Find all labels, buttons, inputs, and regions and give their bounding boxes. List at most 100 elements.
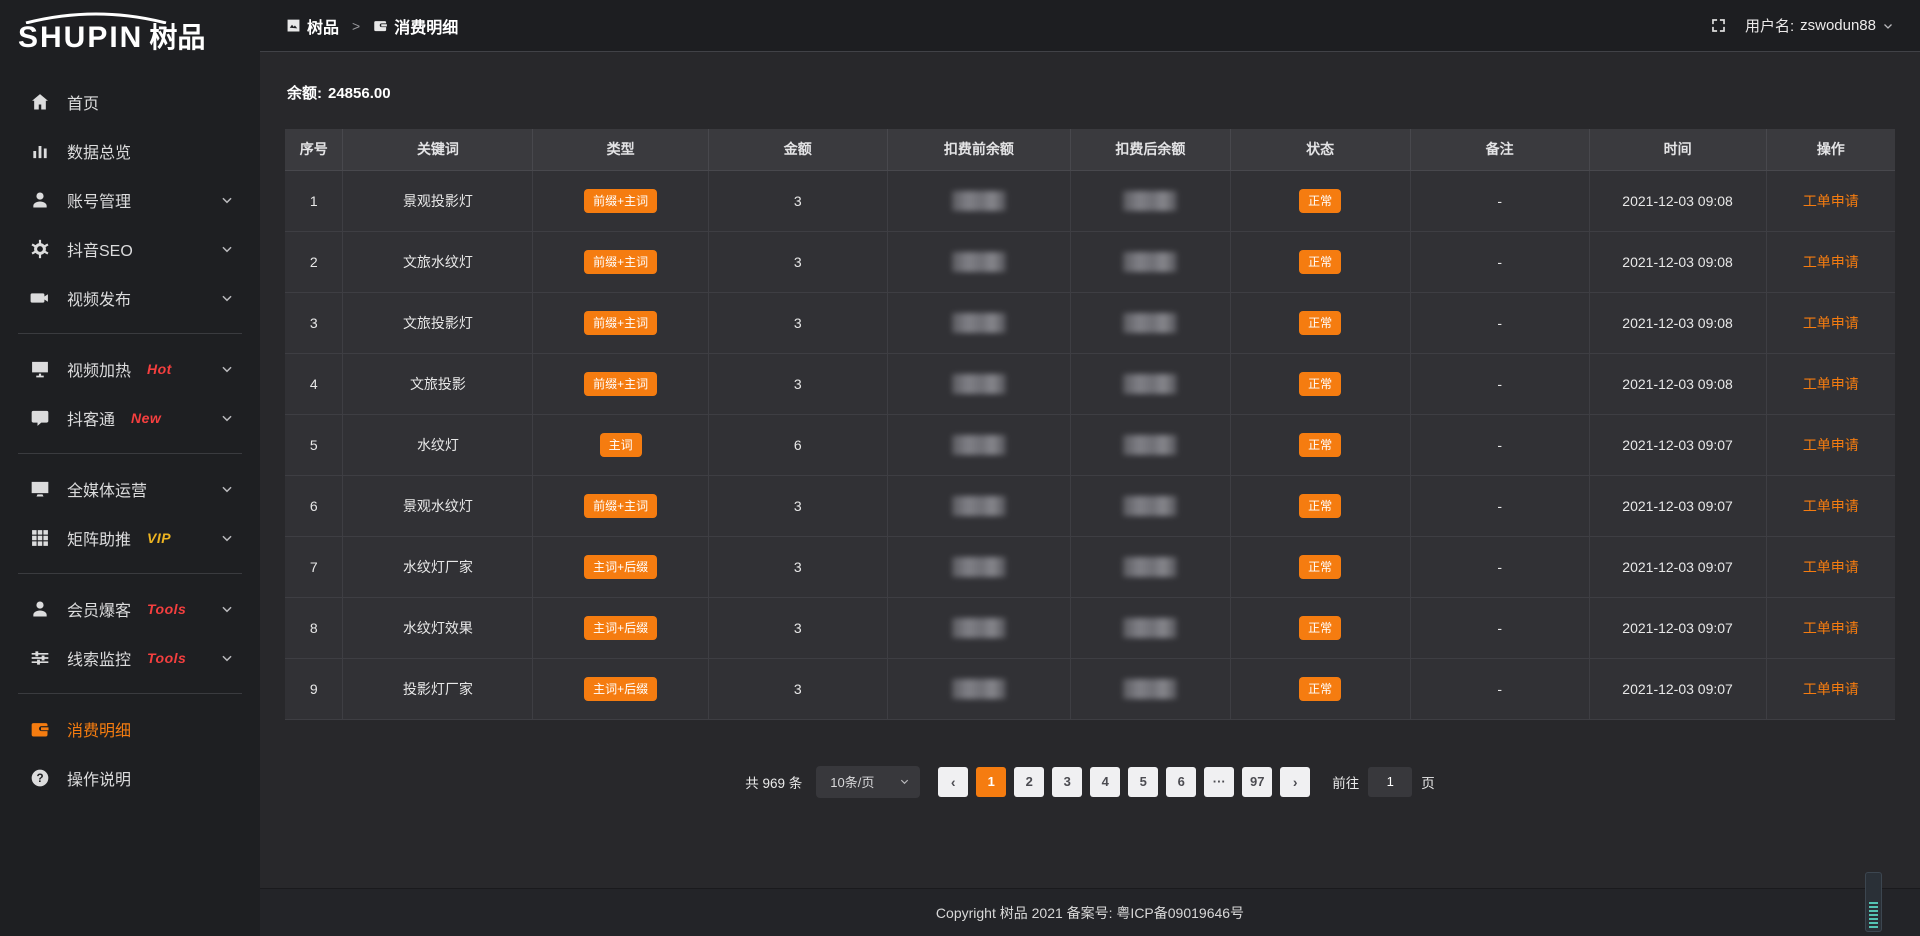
chevron-down-icon	[220, 362, 234, 376]
main-column: 树品>消费明细 用户名: zswodun88 余额:24856.00 序号关键词…	[260, 0, 1920, 936]
user-menu[interactable]: 用户名: zswodun88	[1745, 15, 1894, 36]
redacted-value	[1123, 374, 1177, 394]
cell-keyword: 文旅水纹灯	[343, 231, 533, 292]
page-more-button[interactable]: ···	[1204, 767, 1234, 797]
cell-action: 工单申请	[1766, 292, 1895, 353]
cell-balance-before	[887, 658, 1071, 719]
redacted-value	[952, 252, 1006, 272]
cell-time: 2021-12-03 09:08	[1589, 292, 1766, 353]
cell-remark: -	[1410, 475, 1589, 536]
sidebar-item-label: 抖客通	[67, 406, 115, 430]
fullscreen-icon[interactable]	[1710, 17, 1727, 34]
redacted-value	[1123, 252, 1177, 272]
chevron-down-icon	[220, 193, 234, 207]
work-order-link[interactable]: 工单申请	[1803, 620, 1859, 636]
page-button-5[interactable]: 5	[1128, 767, 1158, 797]
chat-icon	[30, 408, 50, 428]
cell-time: 2021-12-03 09:07	[1589, 414, 1766, 475]
goto-suffix: 页	[1421, 772, 1435, 792]
user-icon	[30, 190, 50, 210]
cell-balance-after	[1071, 170, 1230, 231]
work-order-link[interactable]: 工单申请	[1803, 193, 1859, 209]
sidebar-item-member-baoke[interactable]: 会员爆客 Tools	[0, 587, 260, 631]
video-camera-icon	[30, 288, 50, 308]
grid-icon	[30, 528, 50, 548]
pagination: 共 969 条 10条/页 ‹ 123456···97 › 前往 1 页	[285, 766, 1895, 798]
cell-balance-after	[1071, 536, 1230, 597]
sidebar-item-data-overview[interactable]: 数据总览	[0, 129, 260, 173]
cell-type: 主词+后缀	[533, 536, 708, 597]
sidebar-divider	[18, 453, 242, 454]
work-order-link[interactable]: 工单申请	[1803, 315, 1859, 331]
cell-action: 工单申请	[1766, 414, 1895, 475]
redacted-value	[952, 618, 1006, 638]
column-header: 序号	[285, 129, 343, 170]
floating-corner-widget[interactable]	[1865, 872, 1882, 932]
sidebar-item-label: 全媒体运营	[67, 477, 147, 501]
page-button-97[interactable]: 97	[1242, 767, 1272, 797]
work-order-link[interactable]: 工单申请	[1803, 254, 1859, 270]
sidebar-item-clue-monitor[interactable]: 线索监控 Tools	[0, 636, 260, 680]
type-badge: 前缀+主词	[584, 250, 657, 274]
page-button-6[interactable]: 6	[1166, 767, 1196, 797]
sidebar-item-douketong[interactable]: 抖客通 New	[0, 396, 260, 440]
cell-balance-before	[887, 597, 1071, 658]
page-buttons: 123456 ··· 97	[976, 767, 1272, 797]
monitor-icon	[30, 479, 50, 499]
sidebar-item-consumption-detail[interactable]: 消费明细	[0, 707, 260, 751]
column-header: 扣费后余额	[1071, 129, 1230, 170]
cell-balance-before	[887, 170, 1071, 231]
page-size-select[interactable]: 10条/页	[816, 766, 920, 798]
cell-balance-after	[1071, 231, 1230, 292]
question-icon: ?	[30, 768, 50, 788]
page-button-1[interactable]: 1	[976, 767, 1006, 797]
work-order-link[interactable]: 工单申请	[1803, 681, 1859, 697]
prev-page-button[interactable]: ‹	[938, 767, 968, 797]
cell-type: 主词+后缀	[533, 597, 708, 658]
cell-keyword: 文旅投影灯	[343, 292, 533, 353]
sidebar-item-video-heating[interactable]: 视频加热 Hot	[0, 347, 260, 391]
sidebar-item-label: 数据总览	[67, 139, 131, 163]
next-page-button[interactable]: ›	[1280, 767, 1310, 797]
cell-no: 4	[285, 353, 343, 414]
sidebar-divider	[18, 573, 242, 574]
breadcrumb-item[interactable]: 树品	[286, 14, 339, 38]
cell-type: 前缀+主词	[533, 353, 708, 414]
work-order-link[interactable]: 工单申请	[1803, 559, 1859, 575]
breadcrumb-item[interactable]: 消费明细	[373, 14, 458, 38]
sidebar-item-all-media-operation[interactable]: 全媒体运营	[0, 467, 260, 511]
table-row: 3 文旅投影灯 前缀+主词 3 正常 - 2021-12-03 09:08 工单…	[285, 292, 1895, 353]
page-button-2[interactable]: 2	[1014, 767, 1044, 797]
sidebar-item-home[interactable]: 首页	[0, 80, 260, 124]
cell-no: 6	[285, 475, 343, 536]
cell-status: 正常	[1230, 231, 1410, 292]
page-button-4[interactable]: 4	[1090, 767, 1120, 797]
cell-no: 1	[285, 170, 343, 231]
redacted-value	[952, 679, 1006, 699]
chevron-down-icon	[1882, 20, 1894, 32]
sidebar-item-matrix-boost[interactable]: 矩阵助推 VIP	[0, 516, 260, 560]
cell-balance-before	[887, 353, 1071, 414]
cell-no: 2	[285, 231, 343, 292]
work-order-link[interactable]: 工单申请	[1803, 498, 1859, 514]
type-badge: 前缀+主词	[584, 372, 657, 396]
work-order-link[interactable]: 工单申请	[1803, 376, 1859, 392]
sidebar-item-video-publish[interactable]: 视频发布	[0, 276, 260, 320]
sidebar-item-tag: New	[131, 410, 161, 426]
goto-page-input[interactable]: 1	[1368, 767, 1412, 797]
goto-page: 前往 1 页	[1332, 767, 1435, 797]
cell-time: 2021-12-03 09:07	[1589, 475, 1766, 536]
cell-balance-after	[1071, 414, 1230, 475]
work-order-link[interactable]: 工单申请	[1803, 437, 1859, 453]
breadcrumb-label: 树品	[307, 14, 339, 38]
page-button-3[interactable]: 3	[1052, 767, 1082, 797]
sidebar-item-douyin-seo[interactable]: 抖音SEO	[0, 227, 260, 271]
sidebar-item-operation-guide[interactable]: ? 操作说明	[0, 756, 260, 800]
cell-action: 工单申请	[1766, 597, 1895, 658]
cell-balance-before	[887, 475, 1071, 536]
cell-keyword: 文旅投影	[343, 353, 533, 414]
balance-label: 余额:	[287, 85, 322, 102]
cell-amount: 3	[708, 170, 887, 231]
sidebar-item-account-management[interactable]: 账号管理	[0, 178, 260, 222]
bar-chart-icon	[30, 141, 50, 161]
